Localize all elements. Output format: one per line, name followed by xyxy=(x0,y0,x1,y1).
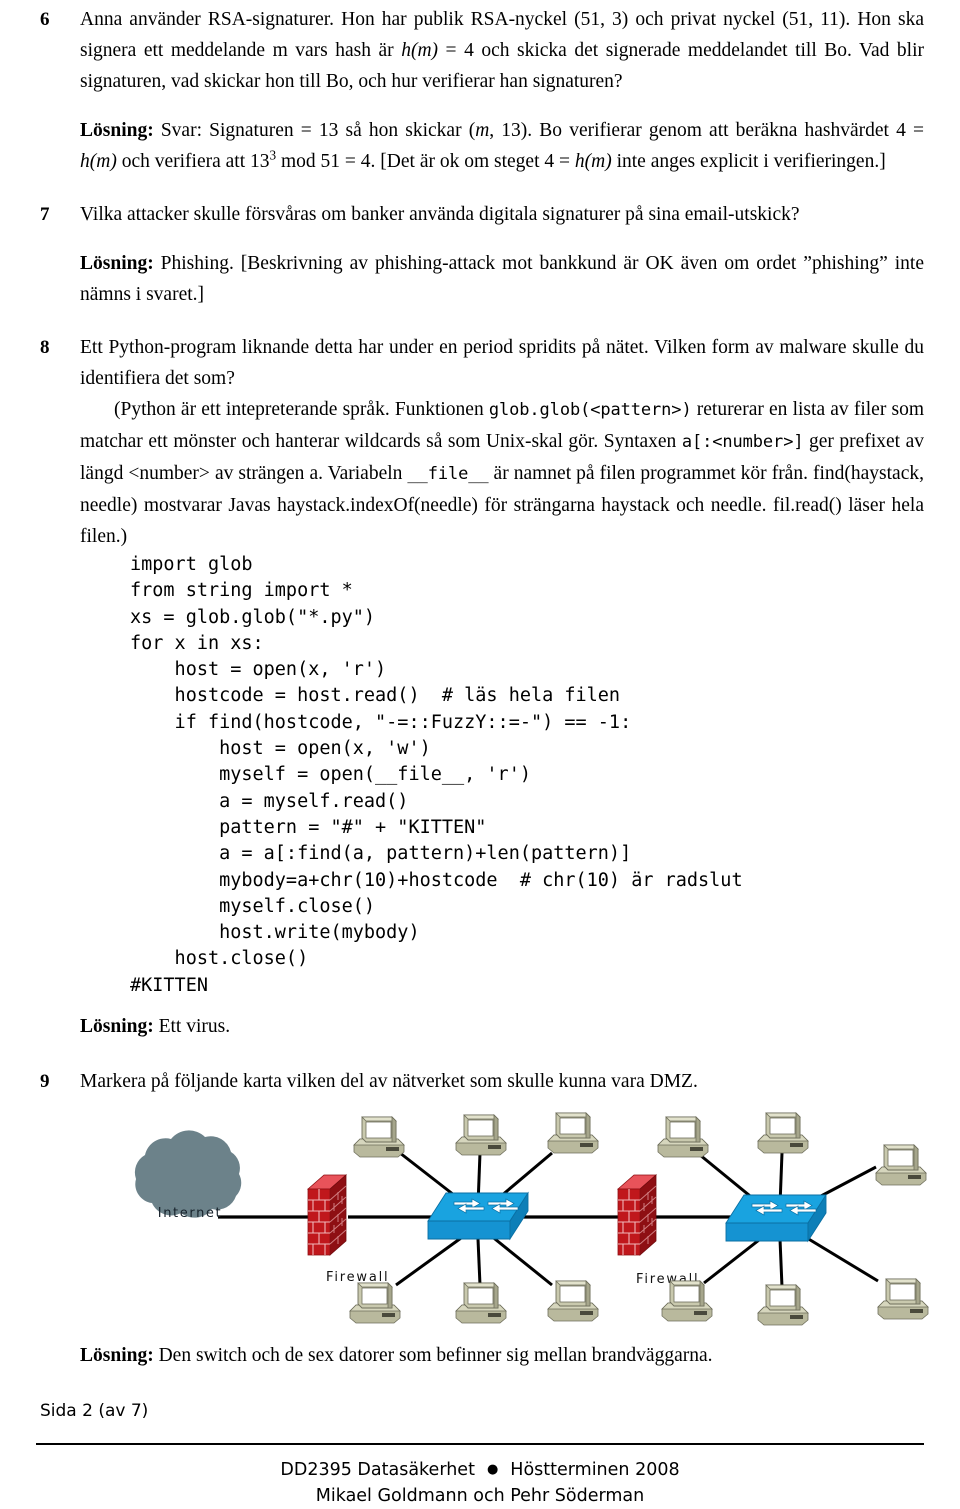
solution-6-s3: och verifiera att 13 xyxy=(116,151,270,172)
network-topology-diagram: Internet Firewall Firewall xyxy=(90,1105,960,1330)
computer-icon xyxy=(757,1284,809,1326)
solution-text-8: Lösning: Ett virus. xyxy=(80,1011,924,1042)
solution-6-hm2: h(m) xyxy=(80,151,117,172)
item-number-6: 6 xyxy=(40,9,50,30)
internet-label: Internet xyxy=(158,1206,222,1221)
computer-icon xyxy=(657,1116,709,1158)
solution-6-m: m xyxy=(475,120,490,141)
switch-left-icon xyxy=(427,1192,529,1240)
note-8-n1: (Python är ett intepreterande språk. Fun… xyxy=(114,399,489,420)
question-item-9: 9 Markera på följande karta vilken del a… xyxy=(36,1066,929,1371)
item-number-7: 7 xyxy=(40,204,50,225)
solution-label-9: Lösning: xyxy=(80,1345,154,1367)
firewall-right-icon xyxy=(617,1174,657,1256)
solution-text-7: Lösning: Phishing. [Beskrivning av phish… xyxy=(80,248,924,310)
solution-6-s5: inte anges explicit i verifieringen.] xyxy=(611,151,886,172)
footer-divider xyxy=(36,1443,924,1446)
solution-label-7: Lösning: xyxy=(80,253,154,274)
question-item-6: 6 Anna använder RSA-signaturer. Hon har … xyxy=(36,4,924,177)
solution-6-s2: , 13). Bo verifierar genom att beräkna h… xyxy=(489,120,924,141)
question-text-9: Markera på följande karta vilken del av … xyxy=(80,1071,698,1093)
question-text-7: Vilka attacker skulle försvåras om banke… xyxy=(80,204,800,225)
question-6-hm: h(m) xyxy=(401,40,439,61)
item-number-9: 9 xyxy=(40,1071,50,1093)
computer-icon xyxy=(353,1116,405,1158)
python-code-listing: import glob from string import * xs = gl… xyxy=(130,554,743,996)
computer-icon xyxy=(661,1280,713,1322)
question-item-7: 7 Vilka attacker skulle försvåras om ban… xyxy=(36,199,924,310)
note-8-code3: __file__ xyxy=(407,464,489,484)
note-8-code2: a[:<number>] xyxy=(681,432,804,452)
question-item-8: 8 Ett Python-program liknande detta har … xyxy=(36,332,924,1042)
footer-authors: Mikael Goldmann och Pehr Söderman xyxy=(315,1486,645,1507)
footer-separator-icon: ● xyxy=(486,1462,499,1478)
solution-text-6: Lösning: Svar: Signaturen = 13 så hon sk… xyxy=(80,115,924,177)
page-number: Sida 2 (av 7) xyxy=(40,1401,149,1422)
note-8-code1: glob.glob(<pattern>) xyxy=(488,400,692,420)
solution-text-9: Lösning: Den switch och de sex datorer s… xyxy=(80,1340,924,1371)
firewall-left-icon xyxy=(307,1174,347,1256)
internet-cloud-icon: Internet xyxy=(134,1130,242,1221)
solution-7-body: Phishing. [Beskrivning av phishing-attac… xyxy=(80,253,924,305)
solution-6-s4: mod 51 = 4. [Det är ok om steget 4 = xyxy=(276,151,575,172)
page-footer: DD2395 Datasäkerhet ● Höstterminen 2008 Mi… xyxy=(36,1457,924,1509)
solution-6-s1: Svar: Signaturen = 13 så hon skickar ( xyxy=(153,120,476,141)
footer-term: Höstterminen 2008 xyxy=(510,1460,680,1481)
computer-icon xyxy=(757,1112,809,1154)
footer-line-1: DD2395 Datasäkerhet ● Höstterminen 2008 xyxy=(36,1457,924,1483)
question-8-note: (Python är ett intepreterande språk. Fun… xyxy=(80,394,924,552)
switch-right-icon xyxy=(725,1194,827,1242)
item-number-8: 8 xyxy=(40,337,50,358)
footer-course: DD2395 Datasäkerhet xyxy=(280,1460,475,1481)
solution-label-8: Lösning: xyxy=(80,1016,154,1038)
question-text-6: Anna använder RSA-signaturer. Hon har pu… xyxy=(80,4,924,97)
solution-8-body: Ett virus. xyxy=(153,1016,231,1038)
exam-page: 6 Anna använder RSA-signaturer. Hon har … xyxy=(0,4,960,1506)
computer-icon xyxy=(877,1278,929,1320)
computer-icon xyxy=(455,1114,507,1156)
computer-icon xyxy=(349,1282,401,1324)
solution-label-6: Lösning: xyxy=(80,120,154,141)
computer-icon xyxy=(547,1280,599,1322)
solution-9-body: Den switch och de sex datorer som befinn… xyxy=(153,1345,713,1367)
computer-icon xyxy=(455,1282,507,1324)
computer-icon xyxy=(875,1144,927,1186)
solution-6-hm3: h(m) xyxy=(574,151,612,172)
question-text-8: Ett Python-program liknande detta har un… xyxy=(80,337,924,389)
computer-icon xyxy=(547,1112,599,1154)
